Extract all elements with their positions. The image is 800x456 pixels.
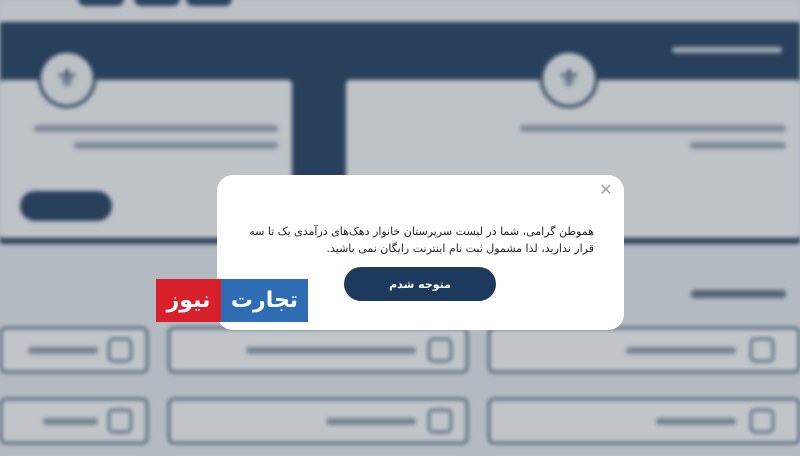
watermark-logo: نیوز تجارت — [156, 279, 308, 322]
dialog-message: هموطن گرامی، شما در لیست سرپرستان خانوار… — [249, 225, 594, 255]
logo-part-blue: تجارت — [221, 279, 308, 322]
logo-part-red: نیوز — [156, 279, 221, 322]
close-icon[interactable]: ✕ — [598, 182, 614, 198]
confirm-button[interactable]: متوجه شدم — [344, 267, 496, 301]
